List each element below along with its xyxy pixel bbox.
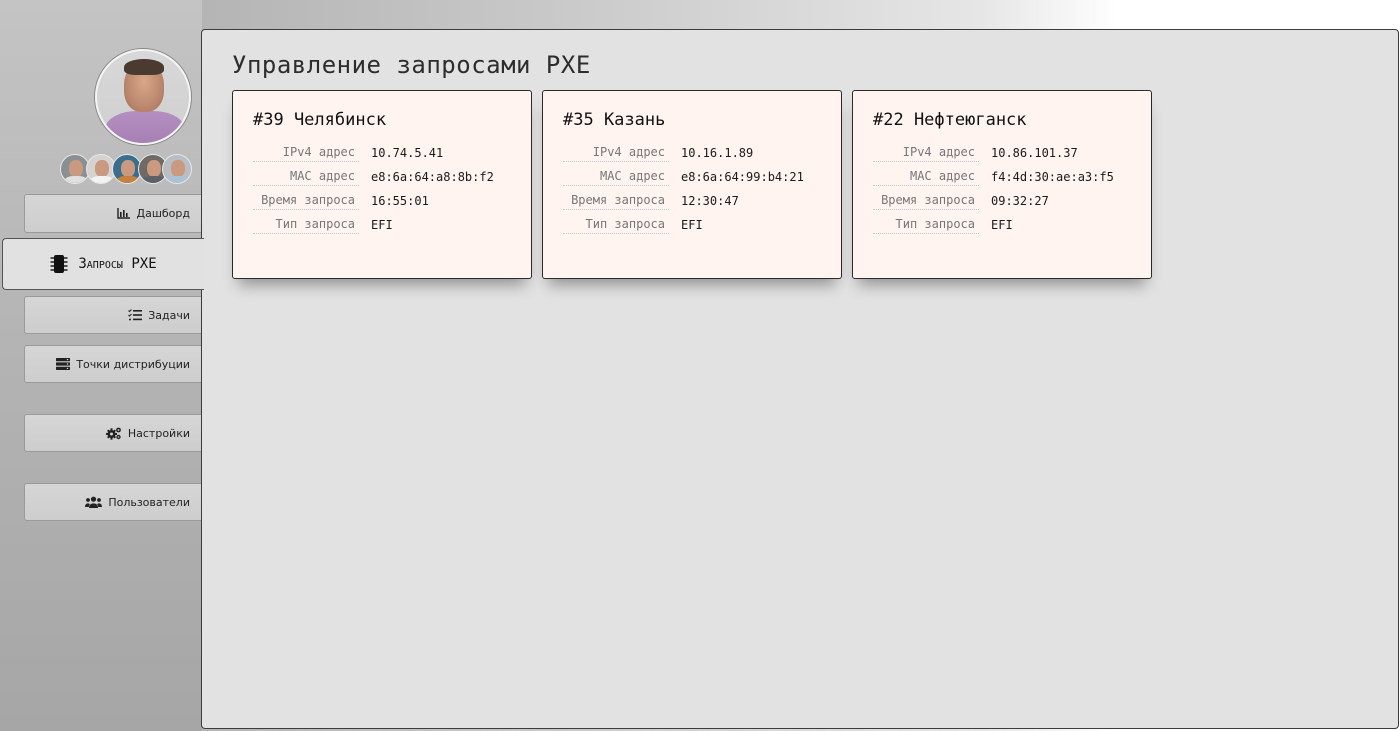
field-label: IPv4 адрес [563, 144, 669, 162]
field-value: f4:4d:30:ae:a3:f5 [991, 170, 1114, 184]
task-list-icon [128, 308, 143, 322]
gears-icon [105, 426, 122, 440]
card-title: #35 Казань [563, 110, 666, 130]
field-row: MAC адрес e8:6a:64:99:b4:21 [563, 165, 821, 189]
bar-chart-icon [116, 207, 130, 221]
pxe-request-card[interactable]: #39 Челябинск IPv4 адрес 10.74.5.41 MAC а… [232, 90, 532, 279]
field-label: IPv4 адрес [253, 144, 359, 162]
avatar-shirt [105, 111, 185, 143]
field-value: e8:6a:64:99:b4:21 [681, 170, 804, 184]
pxe-request-card[interactable]: #35 Казань IPv4 адрес 10.16.1.89 MAC адре… [542, 90, 842, 279]
field-row: IPv4 адрес 10.74.5.41 [253, 141, 511, 165]
field-row: MAC адрес e8:6a:64:a8:8b:f2 [253, 165, 511, 189]
field-value: EFI [991, 218, 1013, 232]
field-label: Тип запроса [873, 216, 979, 234]
field-label: Время запроса [253, 192, 359, 210]
sidebar-item-label: Настройки [127, 426, 190, 440]
card-title: #22 Нефтеюганск [873, 110, 1027, 130]
field-value: 12:30:47 [681, 194, 739, 208]
avatar-hair [124, 59, 164, 75]
avatar[interactable] [95, 49, 191, 145]
sidebar-item-settings[interactable]: Настройки [24, 414, 204, 452]
card-title: #39 Челябинск [253, 110, 387, 130]
field-label: Время запроса [873, 192, 979, 210]
field-row: Тип запроса EFI [253, 213, 511, 237]
field-value: 10.74.5.41 [371, 146, 444, 160]
sidebar-item-distribution-points[interactable]: Точки дистрибуции [24, 345, 204, 383]
field-value: 10.86.101.37 [991, 146, 1078, 160]
field-row: MAC адрес f4:4d:30:ae:a3:f5 [873, 165, 1131, 189]
page-title: Управление запросами PXE [232, 51, 591, 79]
field-label: MAC адрес [563, 168, 669, 186]
sidebar-item-label: Запросы PXE [78, 256, 157, 272]
sidebar-item-label: Пользователи [108, 495, 190, 509]
sidebar-item-users[interactable]: Пользователи [24, 483, 204, 521]
field-row: Время запроса 16:55:01 [253, 189, 511, 213]
team-avatars [60, 154, 192, 184]
field-row: Тип запроса EFI [563, 213, 821, 237]
field-row: Тип запроса EFI [873, 213, 1131, 237]
field-row: Время запроса 09:32:27 [873, 189, 1131, 213]
field-value: 10.16.1.89 [681, 146, 754, 160]
field-label: Тип запроса [253, 216, 359, 234]
field-value: EFI [681, 218, 703, 232]
field-label: MAC адрес [253, 168, 359, 186]
field-label: Время запроса [563, 192, 669, 210]
field-row: IPv4 адрес 10.86.101.37 [873, 141, 1131, 165]
field-row: IPv4 адрес 10.16.1.89 [563, 141, 821, 165]
field-row: Время запроса 12:30:47 [563, 189, 821, 213]
server-icon [56, 357, 71, 371]
field-label: IPv4 адрес [873, 144, 979, 162]
sidebar-item-pxe-requests[interactable]: Запросы PXE [2, 238, 204, 290]
field-value: 09:32:27 [991, 194, 1049, 208]
main-panel: Управление запросами PXE #39 Челябинск I… [201, 29, 1399, 729]
field-value: EFI [371, 218, 393, 232]
sidebar-item-label: Дашборд [136, 207, 190, 220]
field-label: MAC адрес [873, 168, 979, 186]
team-avatar[interactable] [162, 154, 192, 184]
sidebar-item-label: Задачи [148, 308, 190, 322]
field-value: 16:55:01 [371, 194, 429, 208]
chip-icon [50, 254, 68, 274]
sidebar-item-label: Точки дистрибуции [76, 357, 190, 371]
field-label: Тип запроса [563, 216, 669, 234]
sidebar-item-dashboard[interactable]: Дашборд [24, 194, 204, 233]
field-value: e8:6a:64:a8:8b:f2 [371, 170, 494, 184]
pxe-request-card[interactable]: #22 Нефтеюганск IPv4 адрес 10.86.101.37 M… [852, 90, 1152, 279]
sidebar-item-tasks[interactable]: Задачи [24, 296, 204, 334]
users-icon [85, 495, 103, 509]
